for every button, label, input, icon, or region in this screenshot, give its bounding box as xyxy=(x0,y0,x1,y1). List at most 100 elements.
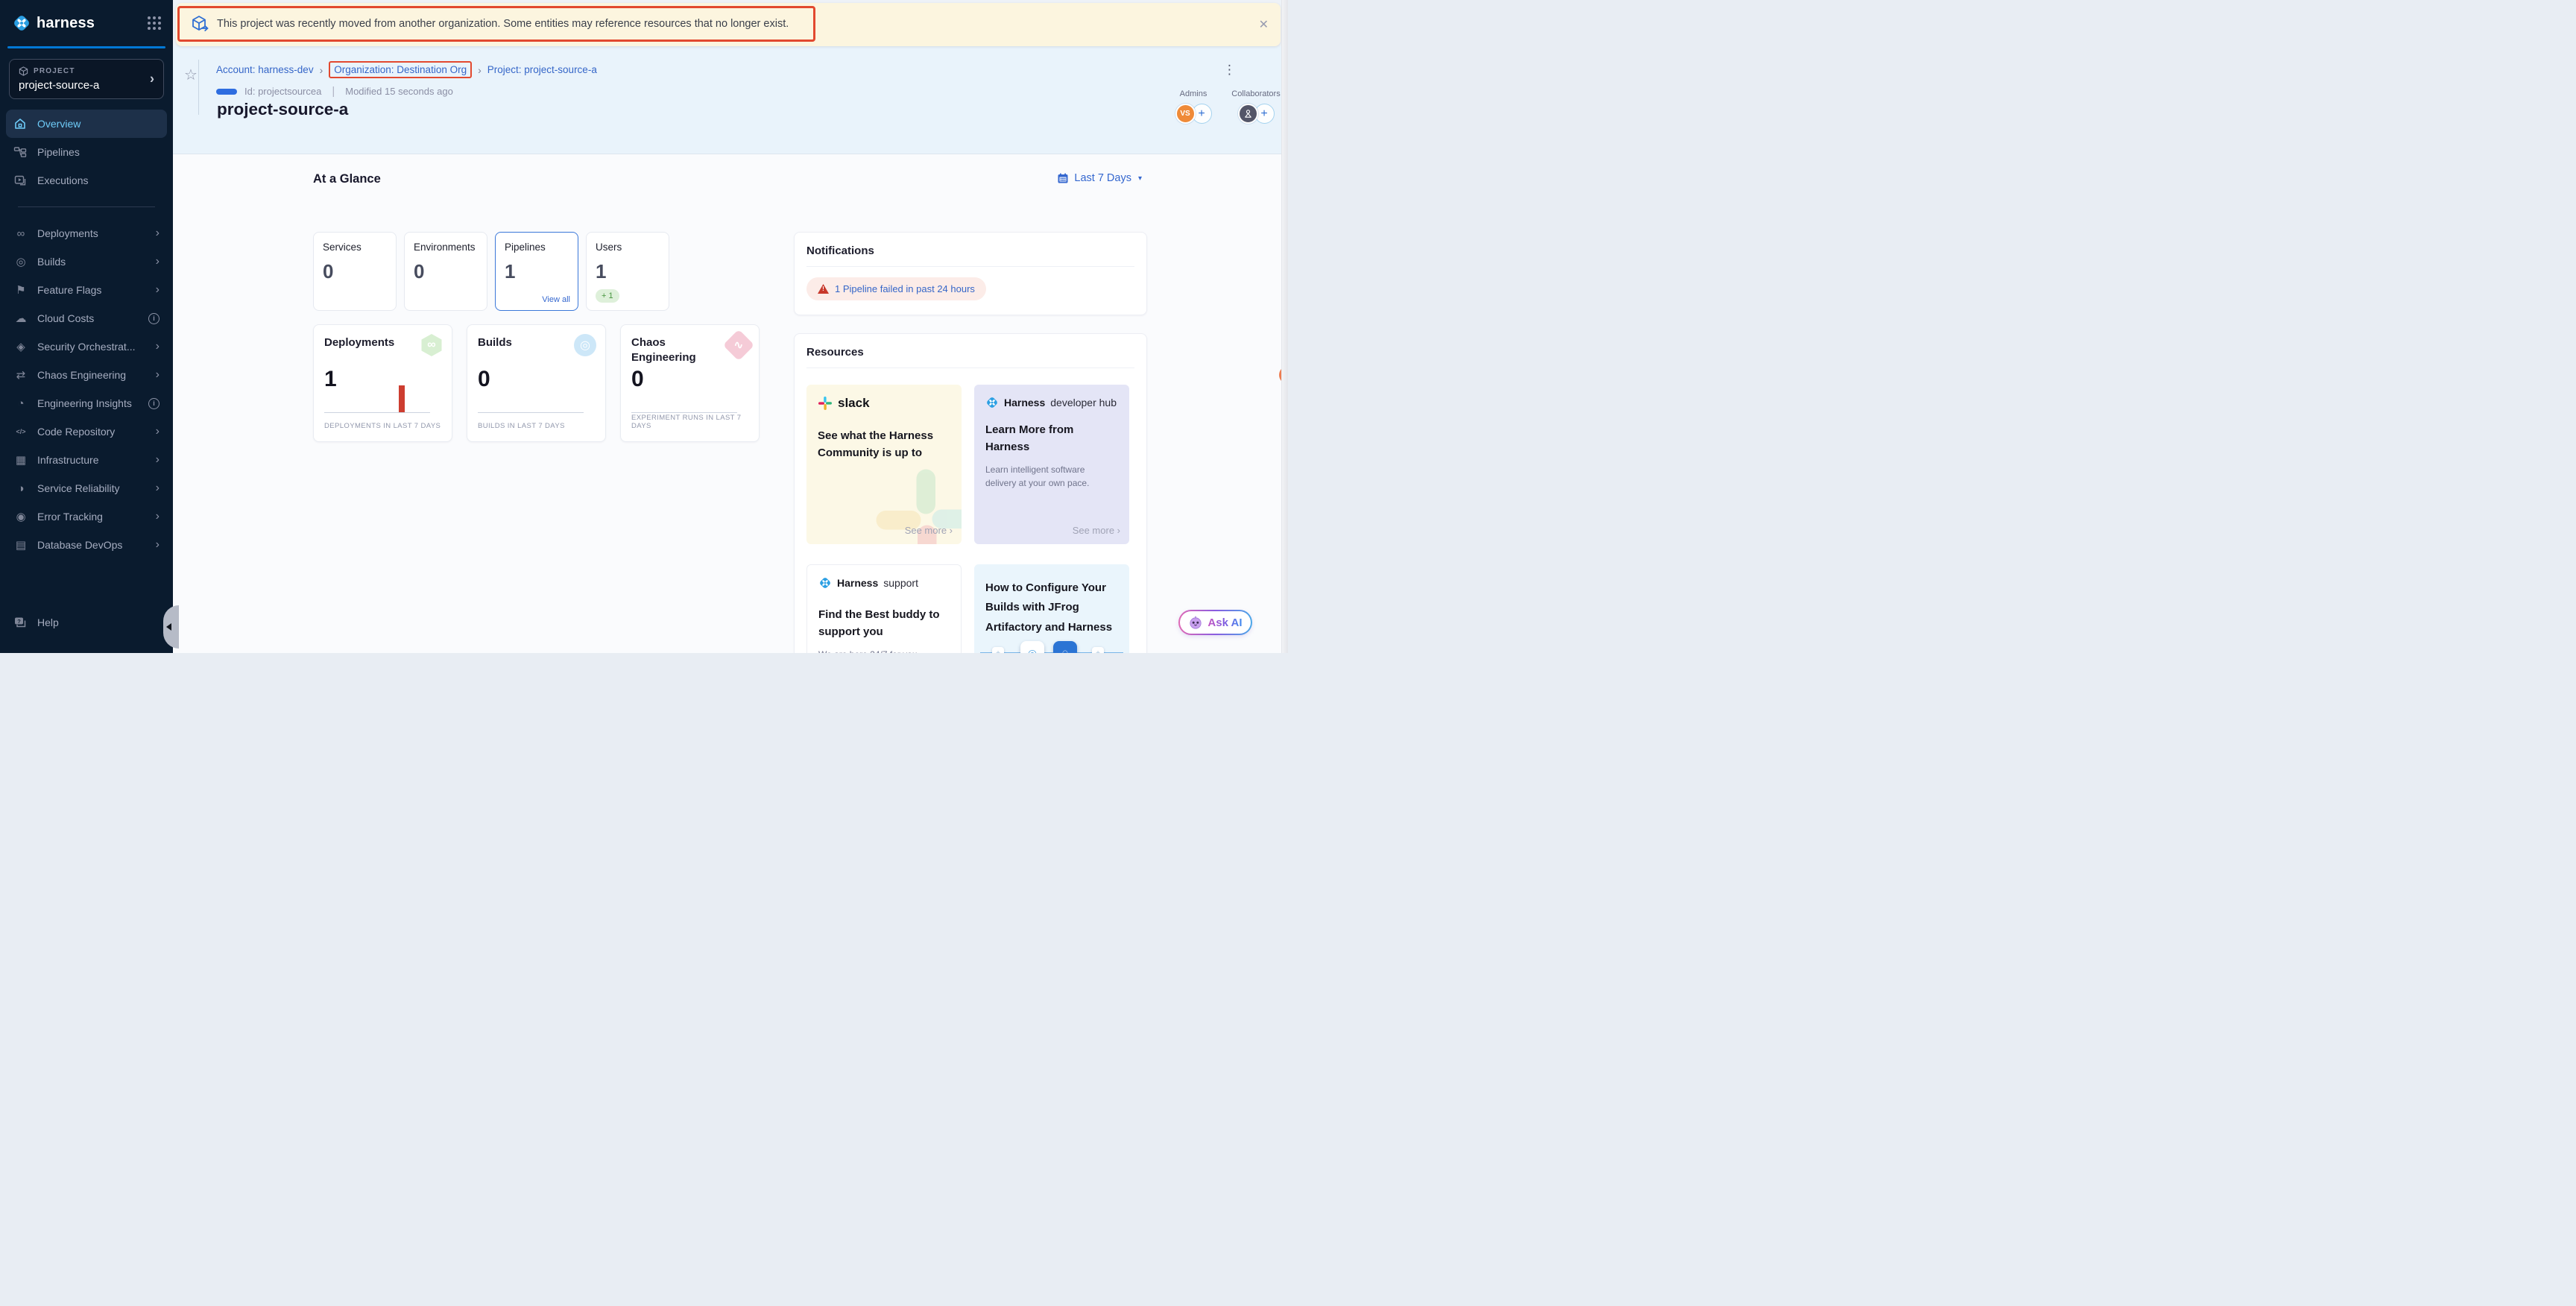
metric-card-chaos[interactable]: Chaos Engineering ∿ 0 EXPERIMENT RUNS IN… xyxy=(620,324,760,442)
feature-flags-module-icon: ⚑ xyxy=(13,285,28,296)
sidebar-item-security-orchestration[interactable]: ◈ Security Orchestrat... › xyxy=(6,332,167,361)
executions-icon xyxy=(13,174,28,187)
slack-brand: slack xyxy=(838,396,870,411)
chevron-right-icon: › xyxy=(156,255,160,268)
chevron-right-icon: › xyxy=(156,510,160,523)
chaos-bar-chart xyxy=(631,383,737,413)
sidebar-item-engineering-insights[interactable]: ◔ Engineering Insights i xyxy=(6,389,167,417)
resource-card-support[interactable]: Harness support Find the Best buddy to s… xyxy=(806,564,962,653)
resource-body: We are here 24/7 for you. xyxy=(818,648,950,654)
resource-card-jfrog[interactable]: How to Configure Your Builds with JFrog … xyxy=(974,564,1129,653)
sidebar-item-executions[interactable]: Executions xyxy=(6,166,167,195)
view-all-link[interactable]: View all xyxy=(542,295,570,304)
favorite-star-icon[interactable]: ☆ xyxy=(184,66,198,84)
sidebar-item-error-tracking[interactable]: ◉ Error Tracking › xyxy=(6,502,167,531)
stat-card-pipelines[interactable]: Pipelines 1 View all xyxy=(495,232,578,311)
sidebar-item-feature-flags[interactable]: ⚑ Feature Flags › xyxy=(6,276,167,304)
sidebar-item-help[interactable]: ? Help xyxy=(6,608,155,637)
builds-bar-chart xyxy=(478,383,584,413)
metric-card-builds[interactable]: Builds ◎ 0 BUILDS IN LAST 7 DAYS xyxy=(467,324,606,442)
security-module-icon: ◈ xyxy=(13,341,28,353)
stat-label: Pipelines xyxy=(505,242,569,253)
sidebar-item-label: Service Reliability xyxy=(37,482,119,494)
resource-card-slack[interactable]: slack See what the Harness Community is … xyxy=(806,385,962,544)
see-more-link[interactable]: See more › xyxy=(905,525,953,536)
metric-caption: BUILDS IN LAST 7 DAYS xyxy=(478,422,565,430)
sidebar-item-pipelines[interactable]: Pipelines xyxy=(6,138,167,166)
home-icon xyxy=(13,117,28,130)
sidebar-item-label: Infrastructure xyxy=(37,454,98,466)
scrollbar-track[interactable] xyxy=(1281,0,1288,653)
sidebar-item-infrastructure[interactable]: ▦ Infrastructure › xyxy=(6,446,167,474)
brand-suffix: developer hub xyxy=(1050,397,1117,408)
resources-panel: Resources slack See what the Harness Com… xyxy=(794,333,1147,653)
builds-badge-icon: ◎ xyxy=(574,334,596,356)
sidebar-item-label: Security Orchestrat... xyxy=(37,341,135,353)
collapse-left-icon xyxy=(166,623,171,631)
info-icon[interactable]: i xyxy=(148,398,160,409)
breadcrumb-organization[interactable]: Organization: Destination Org xyxy=(329,61,472,78)
chevron-right-icon: › xyxy=(156,482,160,495)
panel-divider xyxy=(806,367,1134,368)
resource-headline: Find the Best buddy to support you xyxy=(818,606,950,641)
sidebar-item-cloud-costs[interactable]: ☁ Cloud Costs i xyxy=(6,304,167,332)
sidebar-item-label: Pipelines xyxy=(37,146,80,158)
resources-title: Resources xyxy=(795,334,1146,359)
sidebar-accent-divider xyxy=(7,46,165,48)
notifications-title: Notifications xyxy=(795,233,1146,257)
sidebar-item-chaos-engineering[interactable]: ⇄ Chaos Engineering › xyxy=(6,361,167,389)
metric-title: Chaos Engineering xyxy=(631,335,721,365)
sidebar-help: ? Help xyxy=(6,608,155,637)
stat-card-users[interactable]: Users 1 + 1 xyxy=(586,232,669,311)
breadcrumb-project[interactable]: Project: project-source-a xyxy=(487,64,597,75)
breadcrumb-separator: › xyxy=(320,64,323,76)
stat-label: Services xyxy=(323,242,387,253)
info-icon[interactable]: i xyxy=(148,313,160,324)
chevron-right-icon: › xyxy=(156,283,160,297)
stat-card-environments[interactable]: Environments 0 xyxy=(404,232,487,311)
stat-card-services[interactable]: Services 0 xyxy=(313,232,397,311)
sidebar-item-builds[interactable]: ◎ Builds › xyxy=(6,247,167,276)
stat-value: 1 xyxy=(505,260,569,283)
sidebar-item-code-repository[interactable]: </> Code Repository › xyxy=(6,417,167,446)
sidebar-item-label: Chaos Engineering xyxy=(37,369,126,381)
close-icon[interactable]: ✕ xyxy=(1259,17,1269,32)
project-selector[interactable]: PROJECT project-source-a › xyxy=(9,59,164,99)
metric-title: Builds xyxy=(478,335,567,350)
moved-project-banner: This project was recently moved from ano… xyxy=(176,3,1281,46)
pipeline-add-node: + xyxy=(1092,647,1104,653)
banner-message: This project was recently moved from ano… xyxy=(217,18,789,30)
admin-avatar[interactable]: VS xyxy=(1175,104,1196,124)
resource-headline: See what the Harness Community is up to xyxy=(818,427,950,462)
see-more-link[interactable]: See more › xyxy=(1073,525,1120,536)
module-grid-icon[interactable] xyxy=(148,16,161,30)
modified-timestamp: Modified 15 seconds ago xyxy=(345,86,453,97)
time-range-picker[interactable]: Last 7 Days ▾ xyxy=(1057,172,1142,184)
kebab-menu-icon[interactable]: ⋮ xyxy=(1223,63,1236,78)
sidebar-item-label: Database DevOps xyxy=(37,539,122,551)
resource-card-developer-hub[interactable]: Harness developer hub Learn More from Ha… xyxy=(974,385,1129,544)
breadcrumb-account[interactable]: Account: harness-dev xyxy=(216,64,314,75)
metric-caption: EXPERIMENT RUNS IN LAST 7 DAYS xyxy=(631,414,759,430)
sidebar-item-deployments[interactable]: ∞ Deployments › xyxy=(6,219,167,247)
project-selector-label: PROJECT xyxy=(34,67,75,75)
sidebar-item-label: Error Tracking xyxy=(37,511,103,523)
sidebar-item-label: Engineering Insights xyxy=(37,397,132,409)
collaborator-avatar[interactable] xyxy=(1238,104,1258,124)
sidebar-item-service-reliability[interactable]: ◑ Service Reliability › xyxy=(6,474,167,502)
sidebar-item-overview[interactable]: Overview xyxy=(6,110,167,138)
metric-card-deployments[interactable]: Deployments ∞ 1 DEPLOYMENTS IN LAST 7 DA… xyxy=(313,324,452,442)
pipeline-add-node: + xyxy=(992,647,1004,653)
ask-ai-label: Ask AI xyxy=(1208,616,1242,629)
sidebar-collapse-handle[interactable] xyxy=(163,605,179,649)
overview-content: At a Glance Last 7 Days ▾ Services 0 Env… xyxy=(173,154,1288,653)
chevron-right-icon: › xyxy=(156,538,160,552)
breadcrumb: Account: harness-dev › Organization: Des… xyxy=(216,61,597,78)
at-a-glance-title: At a Glance xyxy=(313,172,381,186)
pipeline-failed-notification[interactable]: ! 1 Pipeline failed in past 24 hours xyxy=(806,277,986,300)
sidebar-item-database-devops[interactable]: ▤ Database DevOps › xyxy=(6,531,167,559)
ask-ai-button[interactable]: Ask AI xyxy=(1178,610,1252,635)
pipeline-diagram: + ◎ ⍜ + xyxy=(974,636,1129,653)
service-reliability-module-icon: ◑ xyxy=(13,483,28,494)
project-color-swatch[interactable] xyxy=(216,89,237,95)
